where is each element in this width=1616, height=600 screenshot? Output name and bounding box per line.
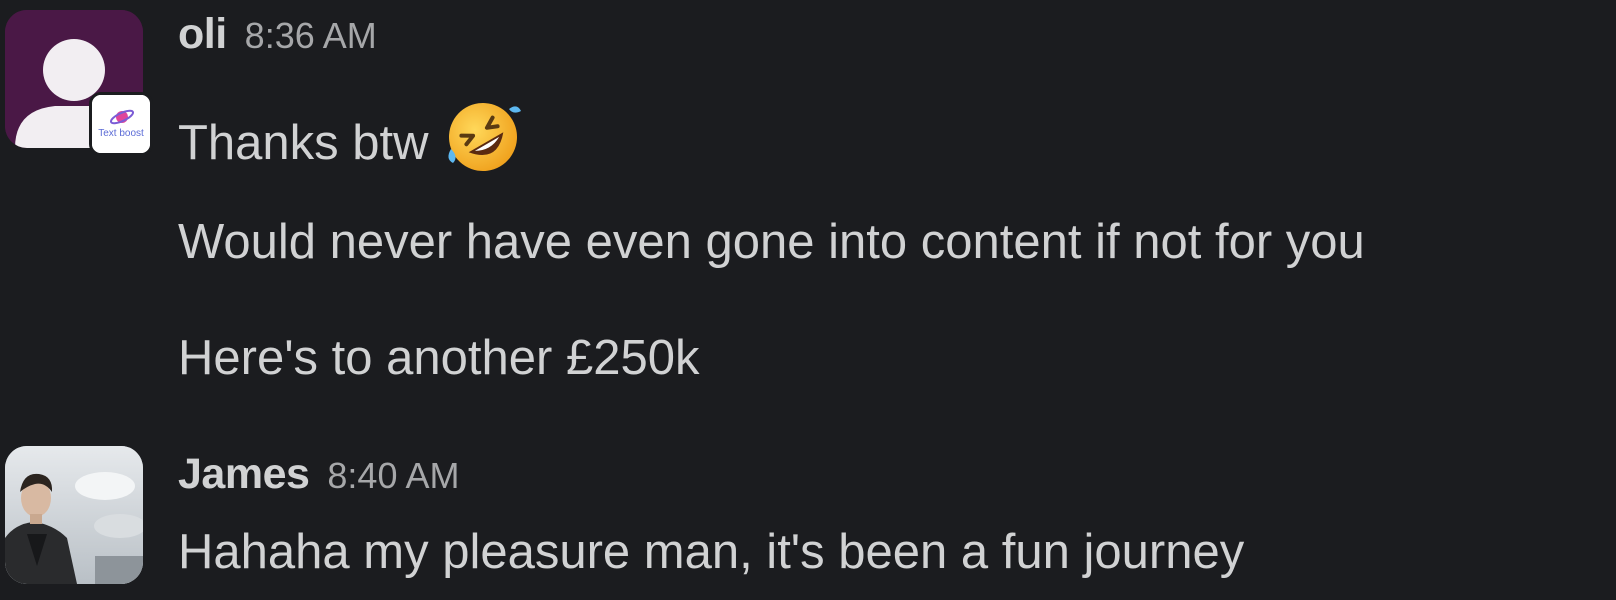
workspace-badge: Text boost [89, 92, 153, 156]
author-name[interactable]: James [178, 450, 310, 498]
message-group-james: James 8:40 AM Hahaha my pleasure man, it'… [0, 440, 1616, 600]
message-text: Thanks btw [178, 97, 523, 177]
message-timestamp[interactable]: 8:40 AM [327, 455, 459, 496]
profile-photo-avatar [5, 446, 143, 584]
message-group-oli: Text boost oli 8:36 AM Thanks btw Would … [0, 0, 1616, 440]
message-timestamp[interactable]: 8:36 AM [245, 15, 377, 56]
message-header: James 8:40 AM [178, 450, 460, 510]
message-text: Here's to another £250k [178, 328, 699, 388]
message-text-line: Hahaha my pleasure man, it's been a fun … [178, 525, 1245, 579]
message-text-line: Here's to another £250k [178, 331, 700, 385]
rolling-on-floor-laughing-emoji-icon [447, 103, 521, 171]
author-name[interactable]: oli [178, 10, 227, 58]
message-text-line: Would never have even gone into content … [178, 215, 1365, 269]
user-avatar-james[interactable] [5, 446, 143, 584]
message-text-line: Thanks btw [178, 116, 429, 170]
message-text: Hahaha my pleasure man, it's been a fun … [178, 522, 1244, 582]
textboost-logo-icon: Text boost [92, 95, 150, 153]
badge-label: Text boost [98, 128, 144, 139]
message-header: oli 8:36 AM [178, 10, 377, 70]
message-text: Would never have even gone into content … [178, 212, 1365, 272]
